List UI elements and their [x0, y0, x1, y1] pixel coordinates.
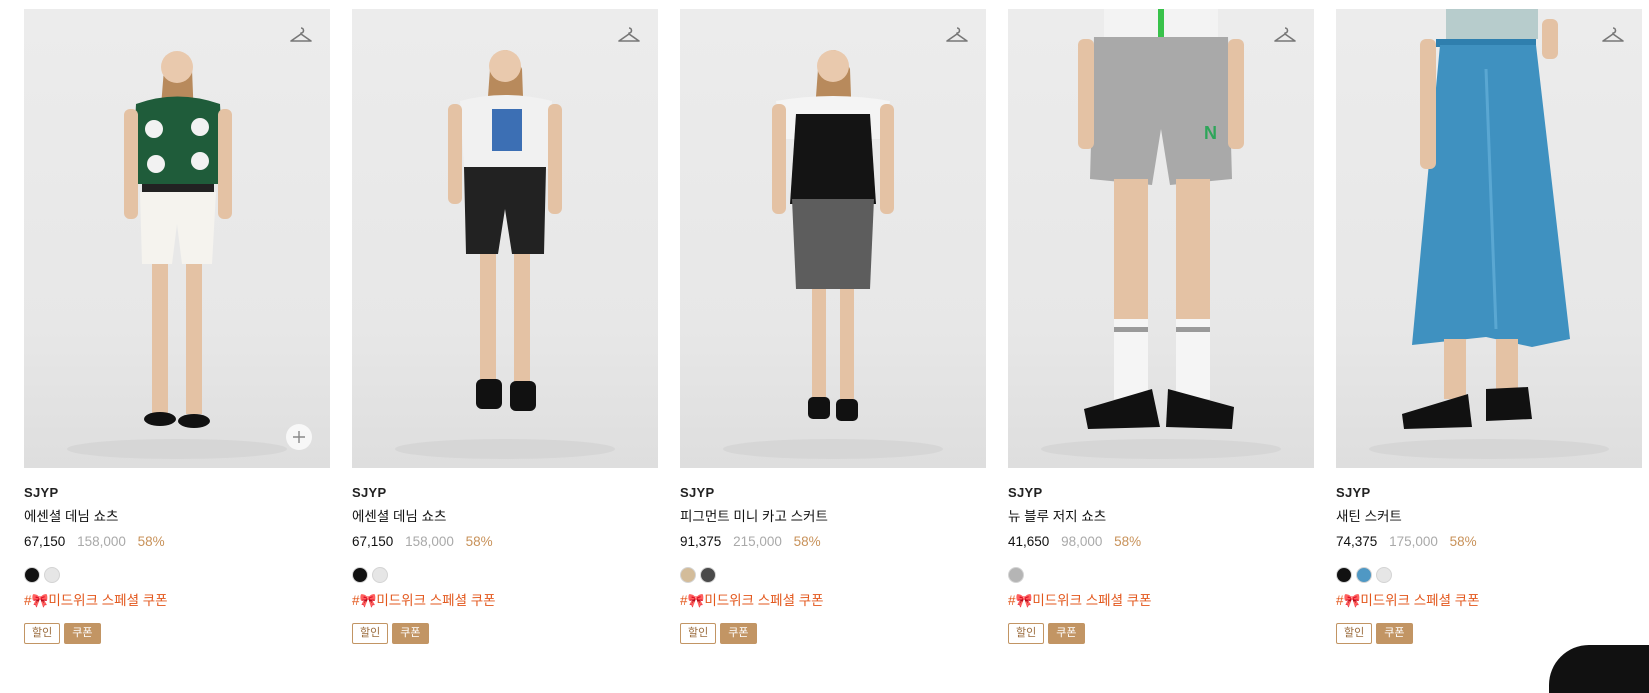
brand-name: SJYP	[1336, 485, 1371, 500]
product-card[interactable]: SJYP 새틴 스커트 74,375 175,000 58% #🎀미드위크 스페…	[1336, 9, 1642, 644]
color-swatch[interactable]	[44, 567, 60, 583]
product-name-link[interactable]: 피그먼트 미니 카고 스커트	[680, 508, 986, 526]
coupon-badge: 쿠폰	[64, 623, 101, 644]
product-image[interactable]	[24, 9, 330, 468]
coupon-badge: 쿠폰	[1048, 623, 1085, 644]
coupon-tag[interactable]: #🎀미드위크 스페셜 쿠폰	[680, 591, 986, 611]
sale-badge: 할인	[1008, 623, 1045, 644]
floating-action-button[interactable]	[1549, 645, 1649, 693]
coupon-tag[interactable]: #🎀미드위크 스페셜 쿠폰	[1008, 591, 1314, 611]
product-image[interactable]	[1336, 9, 1642, 468]
model-photo-illustration	[67, 51, 287, 459]
brand-name: SJYP	[24, 485, 59, 500]
color-swatches	[1008, 567, 1314, 583]
original-price: 98,000	[1061, 534, 1103, 549]
color-swatch[interactable]	[700, 567, 716, 583]
hanger-icon[interactable]	[614, 23, 644, 49]
brand-name: SJYP	[680, 485, 715, 500]
color-swatch[interactable]	[1336, 567, 1352, 583]
product-card[interactable]: SJYP 에센셜 데님 쇼츠 67,150 158,000 58% #🎀미드위크…	[24, 9, 330, 644]
sale-badge: 할인	[680, 623, 717, 644]
sale-price: 74,375	[1336, 534, 1378, 549]
color-swatch[interactable]	[680, 567, 696, 583]
model-photo-illustration: N	[1041, 9, 1281, 459]
discount-rate: 58%	[1449, 534, 1477, 549]
color-swatch[interactable]	[1008, 567, 1024, 583]
plus-icon[interactable]	[286, 424, 312, 450]
coupon-tag[interactable]: #🎀미드위크 스페셜 쿠폰	[24, 591, 330, 611]
product-card[interactable]: SJYP 피그먼트 미니 카고 스커트 91,375 215,000 58% #…	[680, 9, 986, 644]
model-photo-illustration	[395, 50, 615, 459]
color-swatches	[1336, 567, 1642, 583]
sale-price: 67,150	[24, 534, 66, 549]
color-swatches	[24, 567, 330, 583]
discount-rate: 58%	[1114, 534, 1142, 549]
color-swatch[interactable]	[1376, 567, 1392, 583]
original-price: 215,000	[733, 534, 782, 549]
discount-rate: 58%	[465, 534, 493, 549]
color-swatch[interactable]	[1356, 567, 1372, 583]
color-swatch[interactable]	[372, 567, 388, 583]
brand-name: SJYP	[1008, 485, 1043, 500]
hanger-icon[interactable]	[1598, 23, 1628, 49]
product-name-link[interactable]: 에센셜 데님 쇼츠	[352, 508, 658, 526]
sale-badge: 할인	[352, 623, 389, 644]
sale-price: 41,650	[1008, 534, 1050, 549]
brand-name: SJYP	[352, 485, 387, 500]
hanger-icon[interactable]	[286, 23, 316, 49]
color-swatch[interactable]	[24, 567, 40, 583]
product-image[interactable]	[680, 9, 986, 468]
product-grid: SJYP 에센셜 데님 쇼츠 67,150 158,000 58% #🎀미드위크…	[24, 9, 1642, 644]
coupon-tag[interactable]: #🎀미드위크 스페셜 쿠폰	[1336, 591, 1642, 611]
hanger-icon[interactable]	[942, 23, 972, 49]
product-card[interactable]: SJYP 에센셜 데님 쇼츠 67,150 158,000 58% #🎀미드위크…	[352, 9, 658, 644]
product-name-link[interactable]: 에센셜 데님 쇼츠	[24, 508, 330, 526]
original-price: 158,000	[77, 534, 126, 549]
coupon-badge: 쿠폰	[392, 623, 429, 644]
product-card[interactable]: N SJYP 뉴 블루 저지 쇼츠 41,650 98,000 58% #🎀미드…	[1008, 9, 1314, 644]
coupon-badge: 쿠폰	[1376, 623, 1413, 644]
model-photo-illustration	[723, 50, 943, 459]
coupon-tag[interactable]: #🎀미드위크 스페셜 쿠폰	[352, 591, 658, 611]
color-swatches	[352, 567, 658, 583]
model-photo-illustration	[1369, 9, 1609, 459]
sale-price: 67,150	[352, 534, 394, 549]
color-swatch[interactable]	[352, 567, 368, 583]
discount-rate: 58%	[793, 534, 821, 549]
sale-badge: 할인	[24, 623, 61, 644]
discount-rate: 58%	[137, 534, 165, 549]
coupon-badge: 쿠폰	[720, 623, 757, 644]
svg-text:N: N	[1204, 123, 1217, 143]
original-price: 158,000	[405, 534, 454, 549]
sale-badge: 할인	[1336, 623, 1373, 644]
sale-price: 91,375	[680, 534, 722, 549]
product-image[interactable]	[352, 9, 658, 468]
hanger-icon[interactable]	[1270, 23, 1300, 49]
original-price: 175,000	[1389, 534, 1438, 549]
product-name-link[interactable]: 뉴 블루 저지 쇼츠	[1008, 508, 1314, 526]
color-swatches	[680, 567, 986, 583]
product-image[interactable]: N	[1008, 9, 1314, 468]
product-name-link[interactable]: 새틴 스커트	[1336, 508, 1642, 526]
